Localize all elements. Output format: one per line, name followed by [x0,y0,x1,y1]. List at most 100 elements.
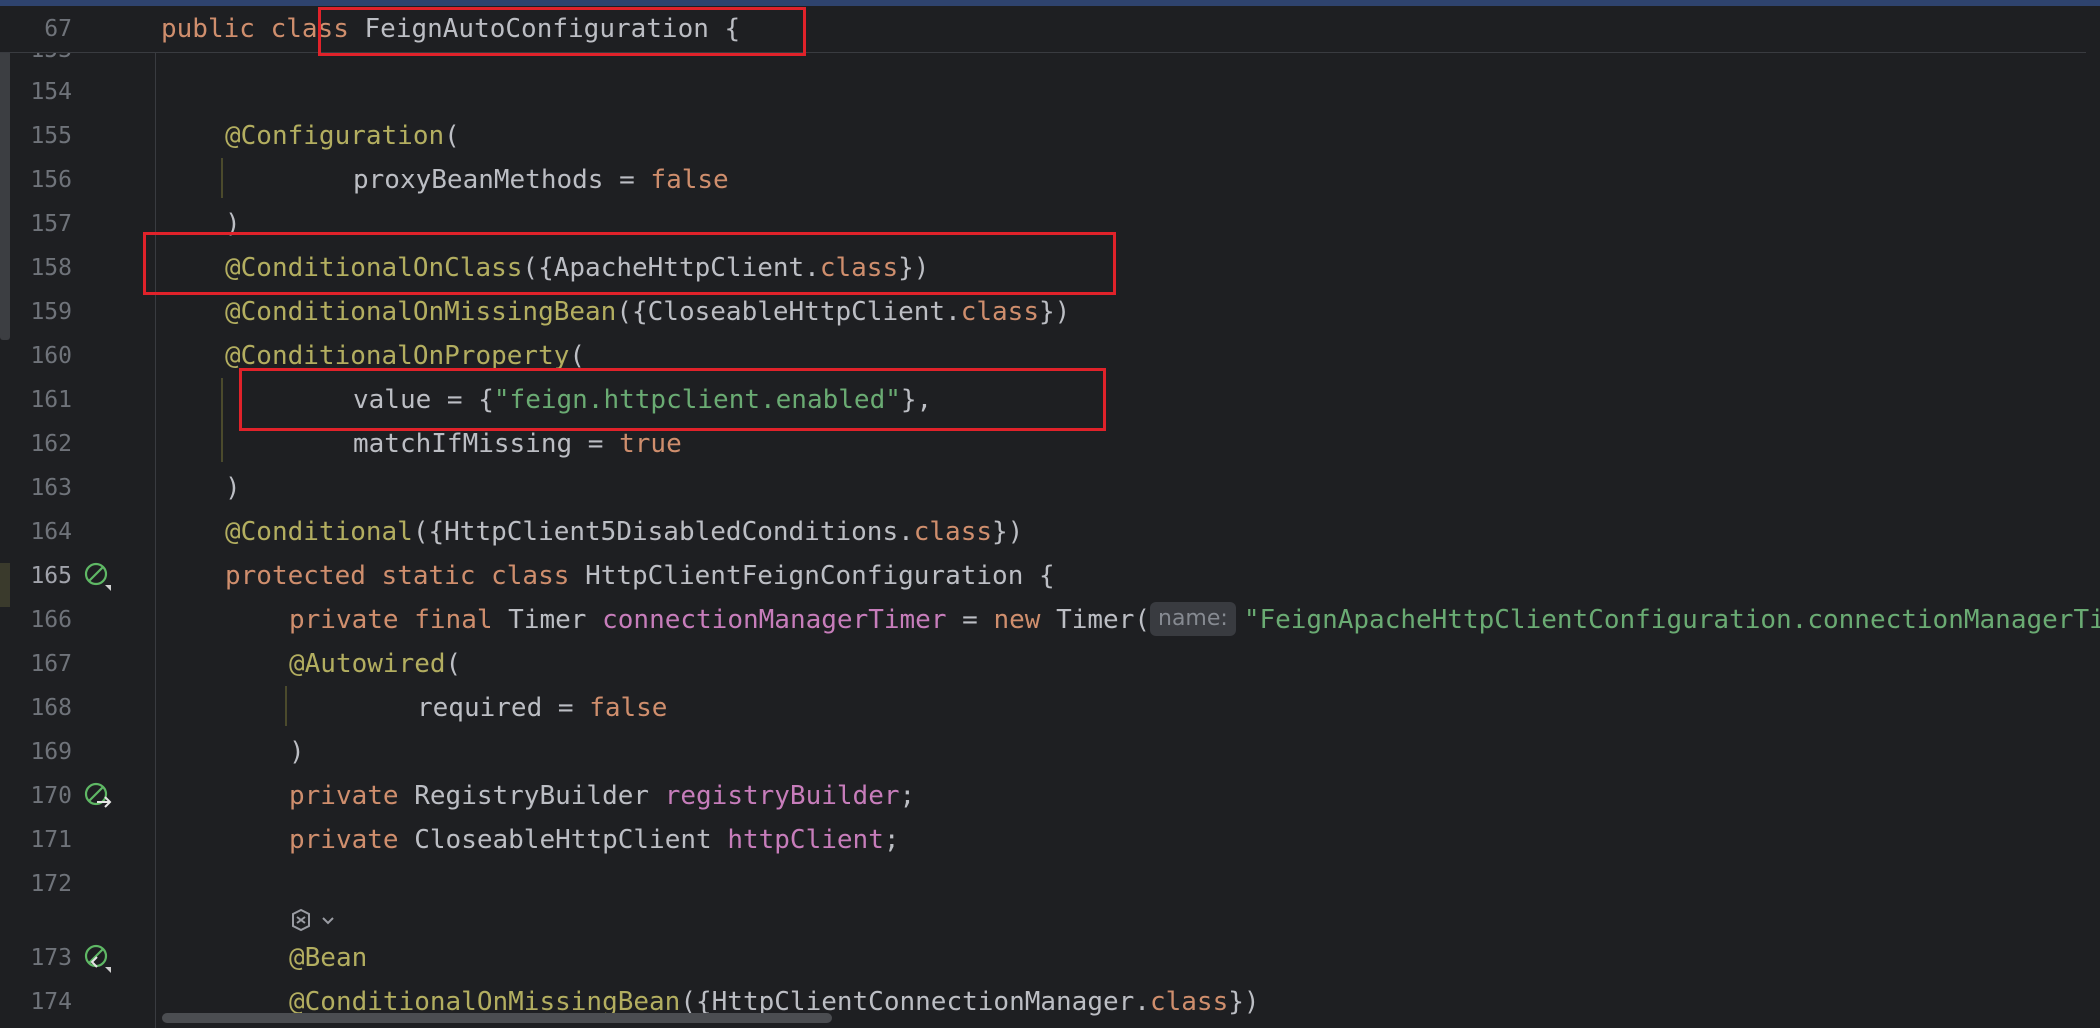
paren: ( [569,341,586,371]
semicolon: ; [883,825,900,855]
line-number: 160 [30,343,72,369]
code-line[interactable]: 165 protected static class HttpClientFei… [0,554,2100,598]
keyword: new [993,605,1041,635]
parameter-hint: name: [1150,601,1236,636]
code-line[interactable]: 171 private CloseableHttpClient httpClie… [0,818,2100,862]
type-name: RegistryBuilder [414,781,650,811]
code-segment: }) [1039,297,1071,327]
code-line[interactable]: 164 @Conditional({HttpClient5DisabledCon… [0,510,2100,554]
keyword: private [289,825,399,855]
code-line[interactable]: 163 ) [0,466,2100,510]
keyword: private [289,781,399,811]
code-line[interactable]: 170 private RegistryBuilder registryBuil… [0,774,2100,818]
paren: ( [444,121,460,151]
keyword: class [1149,987,1229,1017]
code-segment: ({HttpClient5DisabledConditions. [412,517,914,547]
code-line[interactable]: 166 private final Timer connectionManage… [0,598,2100,642]
code-text: private RegistryBuilder registryBuilder; [289,774,915,818]
type-name: CloseableHttpClient [414,825,712,855]
keyword: private [289,605,399,635]
code-segment: }) [992,517,1024,547]
line-number: 173 [30,945,72,971]
code-text: @Bean [289,936,367,980]
code-segment: = [946,605,994,635]
param-name: matchIfMissing = [353,429,620,459]
line-number: 171 [30,827,72,853]
code-line[interactable]: 156 proxyBeanMethods = false [0,158,2100,202]
code-line[interactable]: 173 @Bean [0,936,2100,980]
code-text: ) [289,737,305,767]
line-number: 156 [30,167,72,193]
code-line[interactable]: 167 @Autowired( [0,642,2100,686]
line-number: 165 [30,563,72,589]
class-name: HttpClientFeignConfiguration { [585,561,1055,591]
string-literal: "FeignApacheHttpClientConfiguration.conn… [1243,605,2100,635]
keyword: class [960,297,1039,327]
code-segment: ({CloseableHttpClient. [616,297,961,327]
line-number: 155 [30,123,72,149]
param-name: required = [417,693,590,723]
line-number: 174 [30,989,72,1015]
code-line[interactable]: 159 @ConditionalOnMissingBean({Closeable… [0,290,2100,334]
keyword: true [619,429,682,459]
type-name: Timer [508,605,587,635]
constructor-call: Timer( [1056,605,1150,635]
annotation: @ConditionalOnProperty [225,341,570,371]
line-number: 167 [30,651,72,677]
annotation: @Bean [289,943,368,973]
code-text: private CloseableHttpClient httpClient; [289,818,900,862]
ai-assistant-icon[interactable] [287,906,347,936]
keyword: final [414,605,493,635]
line-number: 172 [30,871,72,897]
code-text: private final Timer connectionManagerTim… [289,598,2100,642]
line-number: 163 [30,475,72,501]
keyword: static [381,561,476,591]
line-number: 158 [30,255,72,281]
line-number: 168 [30,695,72,721]
param-name: proxyBeanMethods = [353,165,651,195]
line-number: 162 [30,431,72,457]
field-name: httpClient [727,825,884,855]
sticky-scroll-header[interactable]: 67 public class FeignAutoConfiguration { [0,6,2086,53]
code-editor[interactable]: 67 public class FeignAutoConfiguration {… [0,0,2100,1028]
line-number: 161 [30,387,72,413]
keyword: class [913,517,993,547]
horizontal-scrollbar[interactable] [162,1013,832,1023]
field-name: registryBuilder [664,781,900,811]
code-line[interactable]: 155 @Configuration( [0,114,2100,158]
autowired-injection-gutter-icon[interactable] [83,781,113,811]
line-number: 157 [30,211,72,237]
semicolon: ; [899,781,916,811]
line-number: 159 [30,299,72,325]
line-number: 169 [30,739,72,765]
code-text: @Autowired( [289,642,461,686]
code-text: @Configuration( [225,114,460,158]
paren: ( [445,649,462,679]
bean-gutter-icon[interactable] [83,561,113,591]
keyword: class [491,561,570,591]
annotation: @Configuration [225,121,445,151]
code-line[interactable]: 172 [0,862,2100,906]
line-number: 170 [30,783,72,809]
line-number: 154 [30,79,72,105]
highlight-box-class-name [318,7,806,56]
line-number: 164 [30,519,72,545]
bean-method-gutter-icon[interactable] [83,943,113,973]
code-line[interactable]: 154 [0,70,2100,114]
highlight-box-conditional-on-class [143,232,1116,295]
code-text: @Conditional({HttpClient5DisabledConditi… [225,510,1023,554]
keyword: public [161,14,255,44]
code-text: ) [225,473,241,503]
keyword: protected [225,561,366,591]
keyword: false [589,693,668,723]
code-text: proxyBeanMethods = false [353,158,729,202]
annotation: @Conditional [225,517,413,547]
highlight-box-property-value [239,368,1106,431]
code-text: protected static class HttpClientFeignCo… [225,554,1055,598]
code-line[interactable]: 169 ) [0,730,2100,774]
code-line[interactable]: 168 required = false [0,686,2100,730]
annotation: @ConditionalOnMissingBean [225,297,617,327]
annotation: @Autowired [289,649,446,679]
code-segment: }) [1228,987,1260,1017]
keyword: false [650,165,729,195]
